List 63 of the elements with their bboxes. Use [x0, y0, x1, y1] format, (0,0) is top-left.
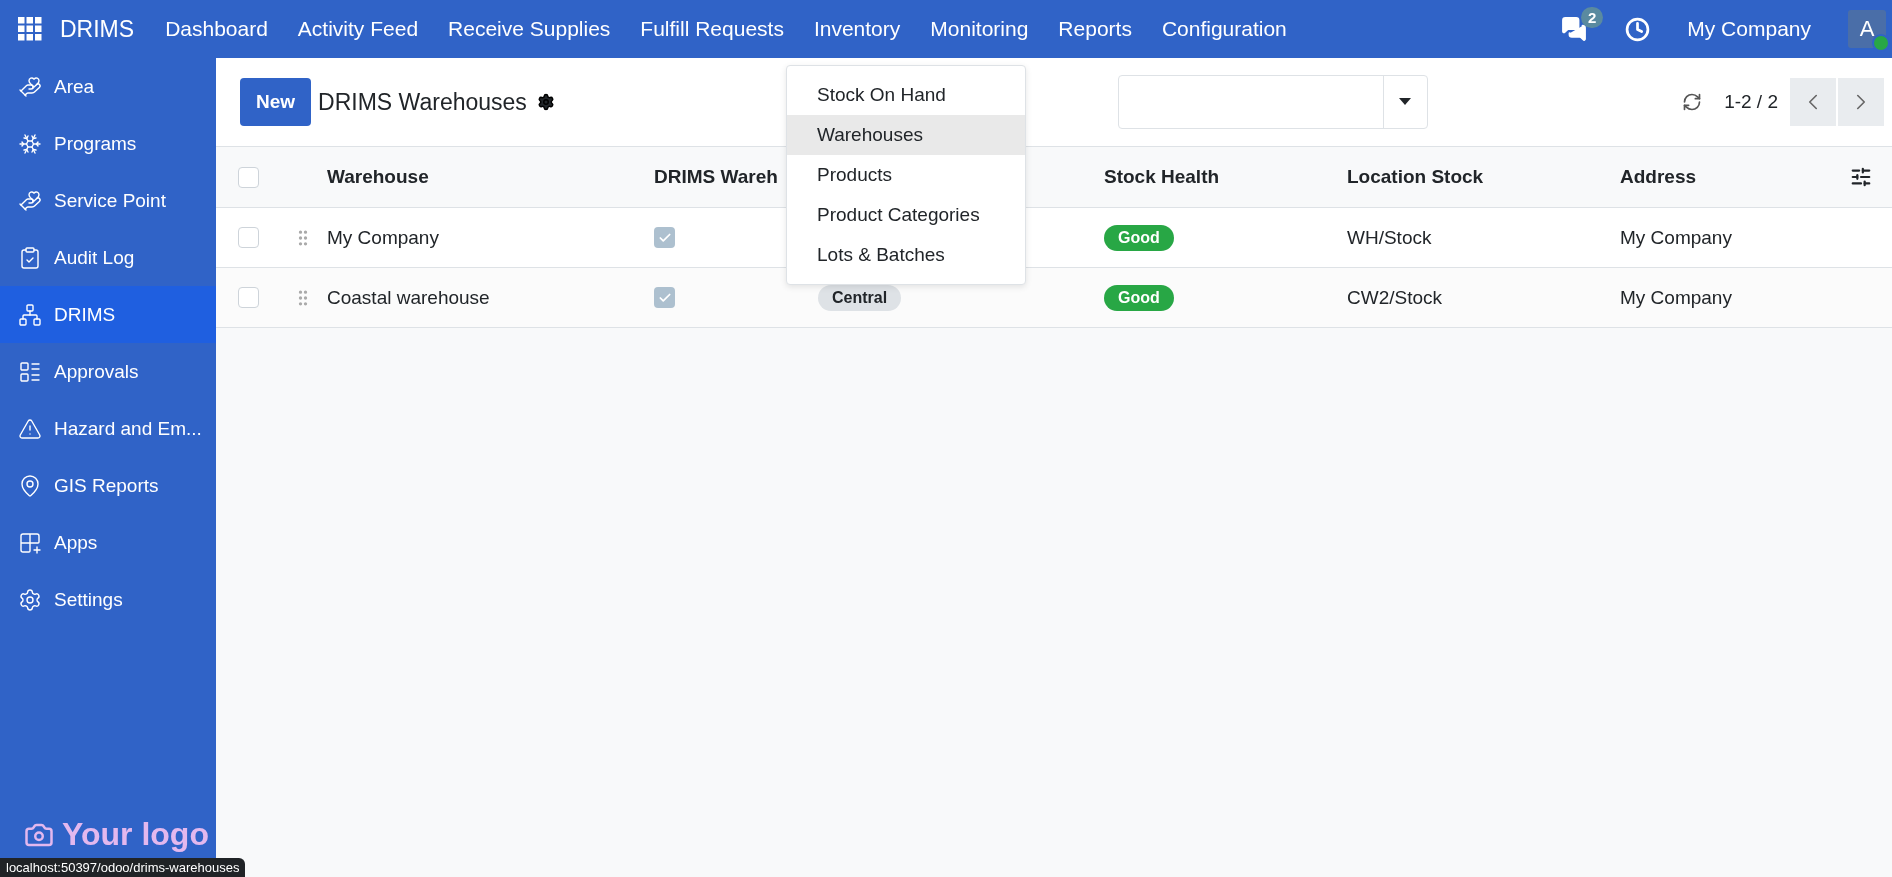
menu-item[interactable]: Monitoring	[915, 17, 1044, 41]
sidebar-item[interactable]: Area	[0, 58, 216, 115]
clipboard-icon	[18, 245, 42, 270]
network-icon	[18, 302, 42, 327]
menu-item[interactable]: Activity Feed	[282, 17, 434, 41]
sidebar-item[interactable]: Service Point	[0, 172, 216, 229]
column-header[interactable]: Location Stock	[1347, 147, 1620, 207]
table-cell-text: My Company	[1620, 285, 1733, 310]
menu-item[interactable]: Reports	[1043, 17, 1147, 41]
company-logo: Your logo	[24, 816, 209, 853]
refresh-icon[interactable]	[1682, 92, 1703, 112]
table-cell-text: CW2/Stock	[1347, 285, 1444, 310]
map-pin-icon	[18, 473, 42, 498]
hand-icon	[18, 188, 42, 213]
settings-icon	[18, 587, 42, 612]
column-header[interactable]: Stock Health	[1104, 147, 1347, 207]
menu-item[interactable]: Receive Supplies	[433, 17, 626, 41]
sidebar-item[interactable]: Hazard and Em...	[0, 400, 216, 457]
menu-item[interactable]: Dashboard	[150, 17, 283, 41]
warning-icon	[18, 416, 42, 441]
menu-item[interactable]: Inventory	[798, 17, 916, 41]
menu-item[interactable]: Fulfill Requests	[625, 17, 799, 41]
grid-plus-icon	[18, 530, 42, 555]
message-count: 2	[1580, 7, 1604, 28]
column-header[interactable]: Warehouse	[327, 147, 654, 207]
menu-option[interactable]: Products	[787, 155, 1025, 195]
apps-menu-icon[interactable]	[18, 17, 42, 41]
list-icon	[18, 359, 42, 384]
sidebar-item[interactable]: Approvals	[0, 343, 216, 400]
table-cell-text: My Company	[1620, 225, 1733, 250]
app-name[interactable]: DRIMS	[42, 15, 151, 43]
status-badge: Good	[1104, 224, 1174, 251]
table-cell-text: My Company	[327, 225, 440, 250]
tag: Central	[818, 284, 902, 311]
snowflake-icon	[18, 131, 42, 156]
chat-icon[interactable]	[1561, 16, 1588, 42]
gear-icon[interactable]	[536, 93, 555, 111]
status-badge: Good	[1104, 284, 1174, 311]
menu-item[interactable]: Configuration	[1146, 17, 1302, 41]
row-checkbox[interactable]	[238, 287, 259, 308]
row-checkbox[interactable]	[238, 227, 259, 248]
column-settings-icon[interactable]	[1850, 166, 1872, 188]
company-switcher[interactable]: My Company	[1672, 17, 1826, 41]
pager-value: 1-2 / 2	[1724, 91, 1778, 113]
sidebar-item[interactable]: DRIMS	[0, 286, 216, 343]
sidebar-item[interactable]: Apps	[0, 514, 216, 571]
search-field[interactable]	[1117, 75, 1428, 129]
sidebar-item[interactable]: Settings	[0, 571, 216, 628]
column-header[interactable]: Address	[1620, 147, 1850, 207]
menu-option[interactable]: Stock On Hand	[787, 75, 1025, 115]
link-url-tooltip: localhost:50397/odoo/drims-warehouses	[0, 858, 246, 877]
page-title: DRIMS Warehouses	[318, 88, 527, 116]
new-button[interactable]: New	[240, 78, 312, 126]
user-avatar[interactable]: A	[1848, 10, 1886, 48]
hand-icon	[18, 74, 42, 99]
clock-icon[interactable]	[1625, 16, 1651, 42]
sidebar-item[interactable]: Programs	[0, 115, 216, 172]
table-cell-text: WH/Stock	[1347, 225, 1433, 250]
sidebar-item[interactable]: GIS Reports	[0, 457, 216, 514]
menu-option[interactable]: Warehouses	[787, 115, 1025, 155]
select-all-checkbox[interactable]	[238, 166, 259, 188]
table-cell-text: Coastal warehouse	[327, 285, 491, 310]
sidebar-item[interactable]: Audit Log	[0, 229, 216, 286]
